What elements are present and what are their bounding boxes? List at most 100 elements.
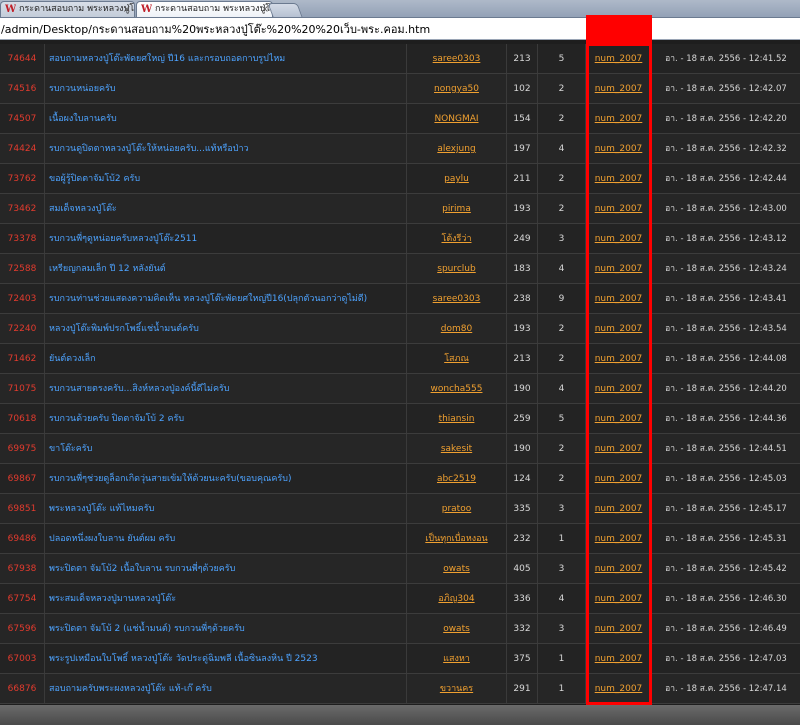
last-poster-link[interactable]: num_2007 <box>595 384 643 394</box>
last-poster-link[interactable]: num_2007 <box>595 474 643 484</box>
author-link-cell: ขวานคร <box>407 674 507 704</box>
topic-title-link[interactable]: รบกวนท่านช่วยแสดงความคิดเห็น หลวงปู่โต๊ะ… <box>49 294 367 304</box>
last-poster-link[interactable]: num_2007 <box>595 354 643 364</box>
last-poster-link-cell: num_2007 <box>586 344 652 374</box>
topic-id: 67003 <box>7 654 37 664</box>
author-link[interactable]: แสงหา <box>443 654 470 664</box>
last-post-date-cell: อา. - 18 ส.ค. 2556 - 12:44.08 <box>652 344 800 374</box>
topic-title-link[interactable]: สอบถามครับพระผงหลวงปู่โต๊ะ แท้-เก๊ ครับ <box>49 684 212 694</box>
topic-title-link-cell: ขอผู้รู้ปิดตาจัมโบ้2 ครับ <box>45 164 407 194</box>
last-poster-link-cell: num_2007 <box>586 374 652 404</box>
topic-title-link[interactable]: ขอผู้รู้ปิดตาจัมโบ้2 ครับ <box>49 174 140 184</box>
last-post-date-cell: อา. - 18 ส.ค. 2556 - 12:46.49 <box>652 614 800 644</box>
topic-id: 74516 <box>7 84 37 94</box>
author-link[interactable]: saree0303 <box>433 294 481 304</box>
view-count: 332 <box>513 624 531 634</box>
view-count: 213 <box>513 354 531 364</box>
author-link[interactable]: thiansin <box>439 414 475 424</box>
reply-count-cell: 4 <box>538 254 586 284</box>
author-link[interactable]: paylu <box>444 174 469 184</box>
last-poster-link[interactable]: num_2007 <box>595 504 643 514</box>
topic-title-link[interactable]: ปลอดหนึ่งผงใบลาน ยันต์ผม ครับ <box>49 534 175 544</box>
browser-tab-2[interactable]: W กระดานสอบถาม พระหลวงปู่โต๊ะ × <box>136 1 273 17</box>
site-favicon-icon: W <box>141 4 152 13</box>
author-link[interactable]: spurclub <box>437 264 475 274</box>
topic-title-link[interactable]: เนื้อผงใบลานครับ <box>49 114 117 124</box>
last-poster-link[interactable]: num_2007 <box>595 624 643 634</box>
author-link[interactable]: abc2519 <box>437 474 476 484</box>
author-link[interactable]: sakesit <box>441 444 472 454</box>
last-poster-link[interactable]: num_2007 <box>595 654 643 664</box>
last-poster-link[interactable]: num_2007 <box>595 414 643 424</box>
topic-title-link[interactable]: รบกวนหน่อยครับ <box>49 84 116 94</box>
last-poster-link[interactable]: num_2007 <box>595 174 643 184</box>
last-poster-link[interactable]: num_2007 <box>595 234 643 244</box>
author-link-cell: เป็นทุกเบื่อหงอน <box>407 524 507 554</box>
last-poster-link-cell: num_2007 <box>586 134 652 164</box>
last-poster-link[interactable]: num_2007 <box>595 564 643 574</box>
author-link-cell: dom80 <box>407 314 507 344</box>
topic-id-cell: 72403 <box>0 284 45 314</box>
topic-title-link[interactable]: รบกวนดูปิดตาหลวงปู่โต๊ะให้หน่อยครับ...แท… <box>49 144 249 154</box>
topic-id-cell: 69851 <box>0 494 45 524</box>
author-link[interactable]: owats <box>443 564 470 574</box>
reply-count: 2 <box>558 324 565 334</box>
topic-title-link[interactable]: รบกวนสายตรงครับ...สิงห์หลวงปู่องค์นี้ดีไ… <box>49 384 230 394</box>
author-link[interactable]: เป็นทุกเบื่อหงอน <box>425 534 487 544</box>
author-link[interactable]: saree0303 <box>433 54 481 64</box>
last-poster-link[interactable]: num_2007 <box>595 534 643 544</box>
last-poster-link[interactable]: num_2007 <box>595 144 643 154</box>
url-text[interactable]: /admin/Desktop/กระดานสอบถาม%20พระหลวงปู่… <box>1 23 430 36</box>
last-post-date-cell: อา. - 18 ส.ค. 2556 - 12:43.54 <box>652 314 800 344</box>
author-link[interactable]: NONGMAI <box>434 114 478 124</box>
topic-title-link[interactable]: เหรียญกลมเล็ก ปี 12 หลังยันต์ <box>49 264 166 274</box>
topic-title-link[interactable]: พระรูปเหมือนใบโพธิ์ หลวงปู่โต๊ะ วัดประดู… <box>49 654 318 664</box>
last-poster-link[interactable]: num_2007 <box>595 84 643 94</box>
topic-title-link[interactable]: หลวงปู่โต๊ะพิมพ์ปรกโพธิ์แช่น้ำมนต์ครับ <box>49 324 199 334</box>
last-poster-link[interactable]: num_2007 <box>595 594 643 604</box>
topic-title-link[interactable]: รบกวนพี่ๆดูหน่อยครับหลวงปู่โต๊ะ2511 <box>49 234 197 244</box>
author-link[interactable]: owats <box>443 624 470 634</box>
topic-title-link[interactable]: พระปิดตา จัมโบ้2 เนื้อใบลาน รบกวนพี่ๆด้ว… <box>49 564 235 574</box>
browser-tab-1[interactable]: W กระดานสอบถาม พระหลวงปู่โต๊ะ × <box>0 1 135 17</box>
last-poster-link[interactable]: num_2007 <box>595 294 643 304</box>
topic-title-link[interactable]: ขาโต๊ะครับ <box>49 444 92 454</box>
new-tab-button[interactable] <box>267 3 303 17</box>
author-link[interactable]: อภิญ304 <box>438 594 474 604</box>
last-poster-link[interactable]: num_2007 <box>595 264 643 274</box>
author-link[interactable]: dom80 <box>441 324 472 334</box>
author-link[interactable]: woncha555 <box>431 384 483 394</box>
topic-id-cell: 71462 <box>0 344 45 374</box>
author-link[interactable]: โสภณ <box>444 354 469 364</box>
reply-count: 2 <box>558 444 565 454</box>
author-link[interactable]: nongya50 <box>434 84 479 94</box>
last-poster-link[interactable]: num_2007 <box>595 324 643 334</box>
reply-count: 2 <box>558 474 565 484</box>
topic-title-link[interactable]: พระปิดตา จัมโบ้ 2 (แช่น้ำมนต์) รบกวนพี่ๆ… <box>49 624 245 634</box>
topic-title-link[interactable]: รบกวนพี่ๆช่วยดูล็อกเกิดวุ่นสายเข้มให้ด้ว… <box>49 474 291 484</box>
author-link[interactable]: pratoo <box>442 504 471 514</box>
last-poster-link-cell: num_2007 <box>586 104 652 134</box>
author-link[interactable]: โต้งรีว่า <box>441 234 471 244</box>
topic-title-link[interactable]: พระหลวงปู่โต๊ะ แท้ไหมครับ <box>49 504 154 514</box>
last-poster-link[interactable]: num_2007 <box>595 444 643 454</box>
close-tab-icon[interactable]: × <box>123 2 131 17</box>
last-poster-link[interactable]: num_2007 <box>595 204 643 214</box>
topic-title-link-cell: รบกวนหน่อยครับ <box>45 74 407 104</box>
author-link-cell: woncha555 <box>407 374 507 404</box>
last-poster-link-cell: num_2007 <box>586 524 652 554</box>
author-link[interactable]: pirima <box>442 204 471 214</box>
topic-title-link[interactable]: รบกวนด้วยครับ ปิดตาจัมโบ้ 2 ครับ <box>49 414 184 424</box>
last-poster-link[interactable]: num_2007 <box>595 114 643 124</box>
last-poster-link[interactable]: num_2007 <box>595 54 643 64</box>
topic-title-link[interactable]: พระสมเด็จหลวงปู่มานหลวงปู่โต๊ะ <box>49 594 176 604</box>
reply-count: 1 <box>558 654 565 664</box>
topic-id: 72240 <box>7 324 37 334</box>
topic-title-link[interactable]: ยันต์ดวงเล็ก <box>49 354 96 364</box>
address-bar[interactable]: /admin/Desktop/กระดานสอบถาม%20พระหลวงปู่… <box>0 18 800 40</box>
topic-title-link[interactable]: สอบถามหลวงปู่โต๊ะพัดยศใหญ่ ปี16 และกรอบถ… <box>49 54 285 64</box>
author-link[interactable]: alexjung <box>437 144 475 154</box>
author-link[interactable]: ขวานคร <box>440 684 473 694</box>
last-poster-link[interactable]: num_2007 <box>595 684 643 694</box>
topic-title-link[interactable]: สมเด็จหลวงปู่โต๊ะ <box>49 204 117 214</box>
